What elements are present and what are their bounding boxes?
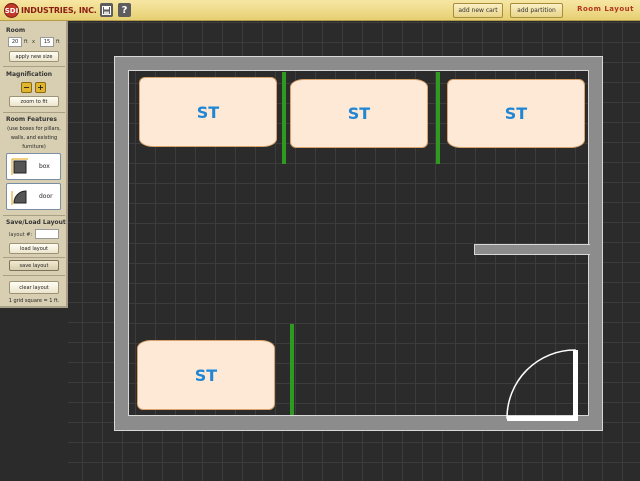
magnification-title: Magnification	[6, 71, 53, 78]
grid-scale-note: 1 grid square = 1 ft.	[8, 298, 60, 304]
logo-text: INDUSTRIES, INC.	[21, 6, 97, 15]
partition-1[interactable]	[282, 72, 286, 164]
zoom-out-button[interactable]: −	[21, 82, 32, 93]
room-width-input[interactable]: 20	[8, 37, 22, 47]
box-icon	[11, 158, 28, 175]
box-feature-label: box	[39, 163, 50, 170]
cart-label: ST	[196, 102, 220, 122]
divider	[3, 112, 65, 113]
zoom-in-button[interactable]: +	[35, 82, 46, 93]
door-icon	[11, 190, 27, 205]
save-icon[interactable]	[100, 3, 113, 17]
partition-3[interactable]	[290, 324, 294, 415]
side-panel: Room 20 ft x 15 ft apply new size Magnif…	[0, 21, 68, 308]
help-icon[interactable]: ?	[118, 3, 131, 17]
company-logo: SDI INDUSTRIES, INC.	[4, 3, 97, 18]
box-feature-button[interactable]: box	[6, 153, 61, 180]
add-new-cart-button[interactable]: add new cart	[453, 3, 503, 18]
cart-st-1[interactable]: ST	[139, 77, 277, 147]
logo-mark: SDI	[4, 3, 19, 18]
by-separator: x	[32, 39, 35, 45]
add-partition-button[interactable]: add partition	[510, 3, 563, 18]
door-element[interactable]	[505, 348, 581, 422]
divider	[3, 66, 65, 67]
cart-label: ST	[194, 365, 218, 385]
divider	[3, 257, 65, 258]
apply-new-size-button[interactable]: apply new size	[9, 51, 59, 62]
zoom-to-fit-button[interactable]: zoom to fit	[9, 96, 59, 107]
wall-partition-horizontal[interactable]	[474, 244, 590, 255]
cart-st-4[interactable]: ST	[137, 340, 275, 410]
cart-st-3[interactable]: ST	[447, 79, 585, 148]
room-features-title: Room Features	[6, 116, 57, 123]
layout-number-input[interactable]	[35, 229, 59, 239]
cart-st-2[interactable]: ST	[290, 79, 428, 148]
room-features-note: (use boxes for pillars, walls, and exist…	[7, 126, 61, 150]
divider	[3, 215, 65, 216]
room-length-input[interactable]: 15	[40, 37, 54, 47]
help-glyph: ?	[121, 4, 128, 16]
clear-layout-button[interactable]: clear layout	[9, 281, 59, 294]
cart-label: ST	[347, 104, 371, 123]
top-toolbar: SDI INDUSTRIES, INC. ? add new cart add …	[0, 0, 640, 21]
save-load-title: Save/Load Layout	[6, 219, 66, 226]
divider	[3, 275, 65, 276]
door-feature-button[interactable]: door	[6, 183, 61, 210]
partition-2[interactable]	[436, 72, 440, 164]
room-section-title: Room	[6, 27, 26, 34]
save-layout-button[interactable]: save layout	[9, 260, 59, 271]
floppy-disk-icon	[102, 5, 111, 15]
cart-label: ST	[504, 104, 528, 123]
app-title: Room Layout	[577, 5, 634, 13]
layout-number-label: layout #:	[9, 232, 33, 238]
width-unit: ft	[24, 39, 28, 45]
load-layout-button[interactable]: load layout	[9, 243, 59, 254]
door-feature-label: door	[39, 193, 53, 200]
length-unit: ft	[56, 39, 60, 45]
